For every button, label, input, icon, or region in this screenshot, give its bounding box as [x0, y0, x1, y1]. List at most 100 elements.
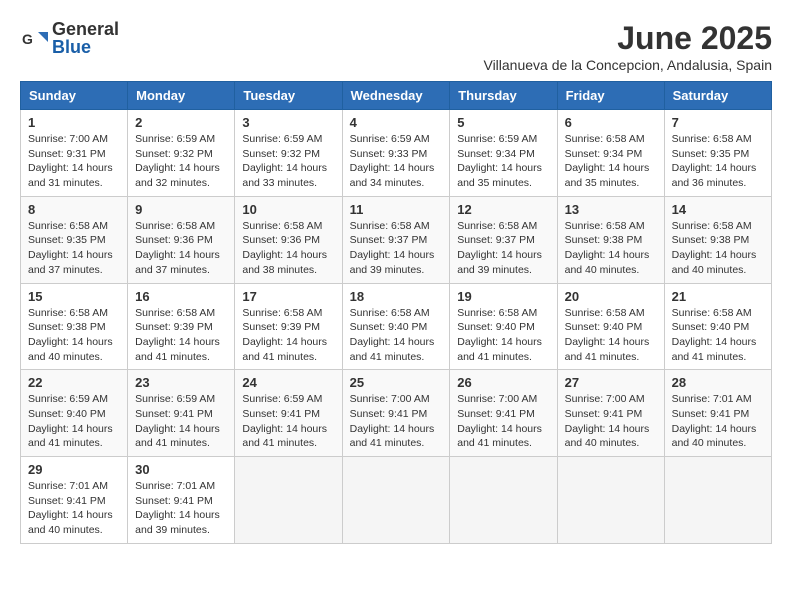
cell-content: Sunrise: 6:58 AMSunset: 9:40 PMDaylight:… [565, 306, 657, 365]
cell-content: Sunrise: 7:00 AMSunset: 9:41 PMDaylight:… [457, 392, 549, 451]
logo-blue: Blue [52, 38, 119, 56]
cell-content: Sunrise: 6:58 AMSunset: 9:38 PMDaylight:… [28, 306, 120, 365]
day-number: 20 [565, 289, 657, 304]
calendar-week-row: 1 Sunrise: 7:00 AMSunset: 9:31 PMDaylight… [21, 110, 772, 197]
calendar-cell [342, 457, 450, 544]
calendar-cell: 18Sunrise: 6:58 AMSunset: 9:40 PMDayligh… [342, 283, 450, 370]
day-number: 23 [135, 375, 227, 390]
calendar-cell: 8Sunrise: 6:58 AMSunset: 9:35 PMDaylight… [21, 196, 128, 283]
day-number: 12 [457, 202, 549, 217]
calendar-cell: 9 Sunrise: 6:58 AMSunset: 9:36 PMDaylight… [128, 196, 235, 283]
calendar-cell: 6 Sunrise: 6:58 AMSunset: 9:34 PMDaylight… [557, 110, 664, 197]
calendar-cell [664, 457, 771, 544]
calendar-cell: 20 Sunrise: 6:58 AMSunset: 9:40 PMDayligh… [557, 283, 664, 370]
cell-content: Sunrise: 6:58 AMSunset: 9:38 PMDaylight:… [672, 219, 764, 278]
day-number: 13 [565, 202, 657, 217]
day-number: 29 [28, 462, 120, 477]
calendar-cell [235, 457, 342, 544]
calendar-cell: 28 Sunrise: 7:01 AMSunset: 9:41 PMDayligh… [664, 370, 771, 457]
day-number: 21 [672, 289, 764, 304]
calendar-cell: 4 Sunrise: 6:59 AMSunset: 9:33 PMDaylight… [342, 110, 450, 197]
day-number: 9 [135, 202, 227, 217]
calendar-cell: 25 Sunrise: 7:00 AMSunset: 9:41 PMDayligh… [342, 370, 450, 457]
calendar-cell: 26 Sunrise: 7:00 AMSunset: 9:41 PMDayligh… [450, 370, 557, 457]
cell-content: Sunrise: 6:58 AMSunset: 9:36 PMDaylight:… [135, 219, 227, 278]
calendar-cell: 29 Sunrise: 7:01 AMSunset: 9:41 PMDayligh… [21, 457, 128, 544]
day-number: 6 [565, 115, 657, 130]
day-number: 11 [350, 202, 443, 217]
cell-content: Sunrise: 6:58 AMSunset: 9:37 PMDaylight:… [350, 219, 443, 278]
logo: G General Blue [20, 20, 119, 56]
cell-content: Sunrise: 6:58 AMSunset: 9:39 PMDaylight:… [135, 306, 227, 365]
calendar-cell [450, 457, 557, 544]
day-number: 3 [242, 115, 334, 130]
calendar-cell: 11 Sunrise: 6:58 AMSunset: 9:37 PMDayligh… [342, 196, 450, 283]
subtitle: Villanueva de la Concepcion, Andalusia, … [483, 57, 772, 73]
calendar-cell: 7 Sunrise: 6:58 AMSunset: 9:35 PMDaylight… [664, 110, 771, 197]
cell-content: Sunrise: 6:59 AMSunset: 9:33 PMDaylight:… [350, 132, 443, 191]
cell-content: Sunrise: 6:58 AMSunset: 9:40 PMDaylight:… [350, 306, 443, 365]
calendar-cell: 12 Sunrise: 6:58 AMSunset: 9:37 PMDayligh… [450, 196, 557, 283]
calendar-cell: 19 Sunrise: 6:58 AMSunset: 9:40 PMDayligh… [450, 283, 557, 370]
calendar-week-row: 29 Sunrise: 7:01 AMSunset: 9:41 PMDayligh… [21, 457, 772, 544]
cell-content: Sunrise: 6:58 AMSunset: 9:35 PMDaylight:… [672, 132, 764, 191]
cell-content: Sunrise: 7:00 AMSunset: 9:41 PMDaylight:… [350, 392, 443, 451]
cell-content: Sunrise: 6:58 AMSunset: 9:38 PMDaylight:… [565, 219, 657, 278]
day-number: 19 [457, 289, 549, 304]
cell-content: Sunrise: 6:58 AMSunset: 9:35 PMDaylight:… [28, 219, 120, 278]
day-number: 28 [672, 375, 764, 390]
day-number: 10 [242, 202, 334, 217]
cell-content: Sunrise: 6:59 AMSunset: 9:40 PMDaylight:… [28, 392, 120, 451]
title-area: June 2025 Villanueva de la Concepcion, A… [483, 20, 772, 73]
calendar-cell: 15Sunrise: 6:58 AMSunset: 9:38 PMDayligh… [21, 283, 128, 370]
day-number: 5 [457, 115, 549, 130]
calendar-cell: 3 Sunrise: 6:59 AMSunset: 9:32 PMDaylight… [235, 110, 342, 197]
day-number: 14 [672, 202, 764, 217]
calendar-cell: 17 Sunrise: 6:58 AMSunset: 9:39 PMDayligh… [235, 283, 342, 370]
day-number: 26 [457, 375, 549, 390]
calendar-week-row: 22Sunrise: 6:59 AMSunset: 9:40 PMDayligh… [21, 370, 772, 457]
day-number: 16 [135, 289, 227, 304]
cell-content: Sunrise: 7:01 AMSunset: 9:41 PMDaylight:… [672, 392, 764, 451]
calendar-cell: 23 Sunrise: 6:59 AMSunset: 9:41 PMDayligh… [128, 370, 235, 457]
cell-content: Sunrise: 6:59 AMSunset: 9:32 PMDaylight:… [242, 132, 334, 191]
col-tuesday: Tuesday [235, 82, 342, 110]
calendar-cell [557, 457, 664, 544]
calendar-cell: 21 Sunrise: 6:58 AMSunset: 9:40 PMDayligh… [664, 283, 771, 370]
calendar-cell: 13 Sunrise: 6:58 AMSunset: 9:38 PMDayligh… [557, 196, 664, 283]
cell-content: Sunrise: 6:58 AMSunset: 9:39 PMDaylight:… [242, 306, 334, 365]
day-number: 30 [135, 462, 227, 477]
calendar-cell: 2Sunrise: 6:59 AMSunset: 9:32 PMDaylight… [128, 110, 235, 197]
logo-icon: G [20, 24, 48, 52]
cell-content: Sunrise: 6:59 AMSunset: 9:41 PMDaylight:… [135, 392, 227, 451]
calendar-cell: 16 Sunrise: 6:58 AMSunset: 9:39 PMDayligh… [128, 283, 235, 370]
cell-content: Sunrise: 6:59 AMSunset: 9:34 PMDaylight:… [457, 132, 549, 191]
calendar-cell: 24Sunrise: 6:59 AMSunset: 9:41 PMDayligh… [235, 370, 342, 457]
logo-general: General [52, 20, 119, 38]
cell-content: Sunrise: 6:58 AMSunset: 9:37 PMDaylight:… [457, 219, 549, 278]
day-number: 17 [242, 289, 334, 304]
cell-content: Sunrise: 7:00 AMSunset: 9:31 PMDaylight:… [28, 132, 120, 191]
col-friday: Friday [557, 82, 664, 110]
col-saturday: Saturday [664, 82, 771, 110]
calendar-cell: 5 Sunrise: 6:59 AMSunset: 9:34 PMDaylight… [450, 110, 557, 197]
col-monday: Monday [128, 82, 235, 110]
month-title: June 2025 [483, 20, 772, 57]
calendar-cell: 1 Sunrise: 7:00 AMSunset: 9:31 PMDaylight… [21, 110, 128, 197]
day-number: 25 [350, 375, 443, 390]
cell-content: Sunrise: 7:01 AMSunset: 9:41 PMDaylight:… [28, 479, 120, 538]
calendar-cell: 22Sunrise: 6:59 AMSunset: 9:40 PMDayligh… [21, 370, 128, 457]
cell-content: Sunrise: 6:58 AMSunset: 9:40 PMDaylight:… [457, 306, 549, 365]
calendar-cell: 27Sunrise: 7:00 AMSunset: 9:41 PMDayligh… [557, 370, 664, 457]
day-number: 4 [350, 115, 443, 130]
cell-content: Sunrise: 7:00 AMSunset: 9:41 PMDaylight:… [565, 392, 657, 451]
calendar-week-row: 8Sunrise: 6:58 AMSunset: 9:35 PMDaylight… [21, 196, 772, 283]
calendar-cell: 30 Sunrise: 7:01 AMSunset: 9:41 PMDayligh… [128, 457, 235, 544]
cell-content: Sunrise: 6:58 AMSunset: 9:34 PMDaylight:… [565, 132, 657, 191]
day-number: 7 [672, 115, 764, 130]
cell-content: Sunrise: 6:58 AMSunset: 9:40 PMDaylight:… [672, 306, 764, 365]
day-number: 1 [28, 115, 120, 130]
calendar-cell: 14 Sunrise: 6:58 AMSunset: 9:38 PMDayligh… [664, 196, 771, 283]
column-header-row: Sunday Monday Tuesday Wednesday Thursday… [21, 82, 772, 110]
cell-content: Sunrise: 7:01 AMSunset: 9:41 PMDaylight:… [135, 479, 227, 538]
